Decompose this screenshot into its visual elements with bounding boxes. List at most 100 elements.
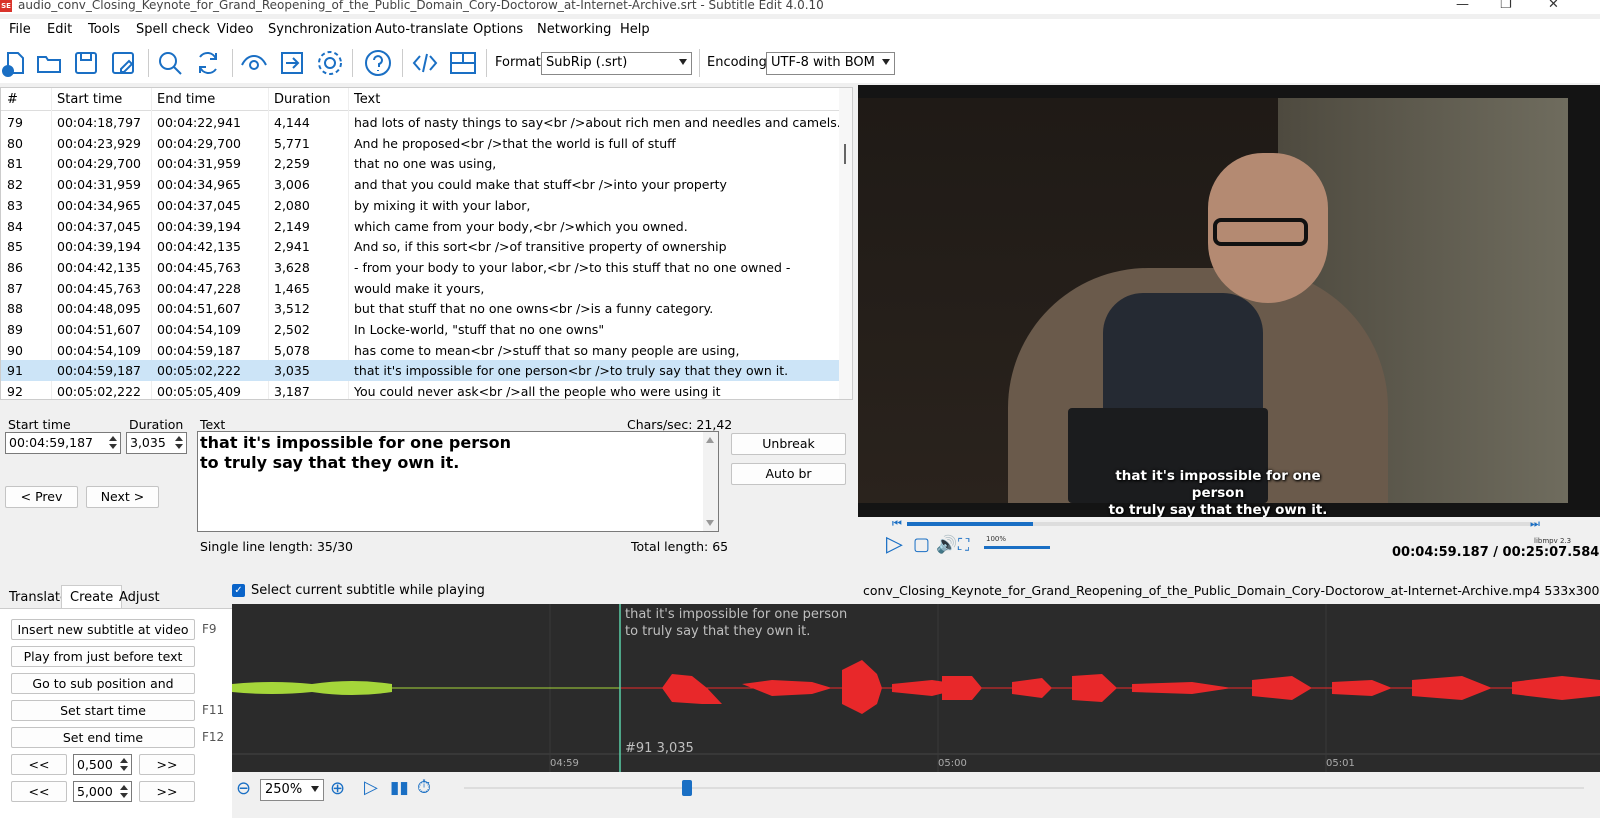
table-row[interactable]: 80 00:04:23,929 00:04:29,700 5,771 And he pr… xyxy=(1,133,839,154)
table-row[interactable]: 88 00:04:48,095 00:04:51,607 3,512 but that … xyxy=(1,298,839,319)
set-end-time-button[interactable]: Set end time xyxy=(11,727,195,748)
menu-synchronization[interactable]: Synchronization xyxy=(268,22,372,37)
find-icon[interactable] xyxy=(156,49,184,77)
play-pause-icon[interactable]: ▮▮ xyxy=(390,778,409,798)
subtitle-text-input[interactable]: that it's impossible for one person to t… xyxy=(197,431,719,532)
waveform-position-thumb[interactable] xyxy=(682,780,692,796)
table-row[interactable]: 87 00:04:45,763 00:04:47,228 1,465 would mak… xyxy=(1,278,839,299)
seek-end-icon[interactable]: ⏭ xyxy=(1530,517,1540,531)
go-to-sub-button[interactable]: Go to sub position and pause xyxy=(11,673,195,711)
zoom-in-icon[interactable]: ⊕ xyxy=(330,778,345,799)
table-row[interactable]: 86 00:04:42,135 00:04:45,763 3,628 - from yo… xyxy=(1,257,839,278)
select-while-playing-checkbox[interactable]: ✓ xyxy=(232,584,245,597)
menu-tools[interactable]: Tools xyxy=(88,22,120,37)
fullscreen-icon[interactable]: ⛶ xyxy=(958,534,969,556)
save-icon[interactable] xyxy=(72,49,100,77)
visual-sync-icon[interactable] xyxy=(240,49,268,77)
play-before-text-button[interactable]: Play from just before text xyxy=(11,646,195,667)
unbreak-button[interactable]: Unbreak xyxy=(731,433,846,455)
menu-spell-check[interactable]: Spell check xyxy=(136,22,210,37)
column-header-end[interactable]: End time xyxy=(157,92,215,107)
scroll-up-icon[interactable] xyxy=(706,437,714,443)
stop-icon[interactable]: ▢ xyxy=(913,534,930,556)
table-row[interactable]: 79 00:04:18,797 00:04:22,941 4,144 had lots … xyxy=(1,112,841,133)
spin-up-icon[interactable] xyxy=(109,436,117,441)
seek-bar[interactable] xyxy=(907,522,1537,526)
minimize-icon[interactable]: — xyxy=(1456,0,1469,12)
scroll-down-icon[interactable] xyxy=(706,520,714,526)
set-start-time-button[interactable]: Set start time xyxy=(11,700,195,721)
menu-video[interactable]: Video xyxy=(217,22,253,37)
duration-input[interactable]: 3,035 xyxy=(126,432,187,454)
format-select[interactable]: SubRip (.srt) xyxy=(541,52,692,75)
table-row[interactable]: 84 00:04:37,045 00:04:39,194 2,149 which cam… xyxy=(1,216,839,237)
grid-scrollbar[interactable] xyxy=(839,88,852,399)
encoding-select[interactable]: UTF-8 with BOM xyxy=(766,52,895,75)
cell-end: 00:04:31,959 xyxy=(157,156,241,172)
new-icon[interactable] xyxy=(0,49,28,77)
zoom-select[interactable]: 250% xyxy=(260,779,324,801)
auto-br-button[interactable]: Auto br xyxy=(731,463,846,485)
next-button[interactable]: Next > xyxy=(86,486,159,508)
close-icon[interactable]: ✕ xyxy=(1548,0,1559,12)
table-row[interactable]: 81 00:04:29,700 00:04:31,959 2,259 that no o… xyxy=(1,153,839,174)
menu-edit[interactable]: Edit xyxy=(47,22,72,37)
step-back-button[interactable]: << xyxy=(11,754,67,775)
menu-file[interactable]: File xyxy=(9,22,31,37)
spin-up-icon[interactable] xyxy=(120,785,128,790)
insert-subtitle-button[interactable]: Insert new subtitle at video pos xyxy=(11,619,195,657)
menu-options[interactable]: Options xyxy=(473,22,523,37)
volume-slider[interactable] xyxy=(984,546,1050,549)
column-header-text[interactable]: Text xyxy=(354,92,380,107)
volume-icon[interactable]: 🔊 xyxy=(936,534,957,556)
table-row[interactable]: 83 00:04:34,965 00:04:37,045 2,080 by mixing… xyxy=(1,195,839,216)
speed-icon[interactable]: ⏱ xyxy=(417,777,431,798)
menu-networking[interactable]: Networking xyxy=(537,22,611,37)
settings-icon[interactable] xyxy=(316,49,344,77)
step-small-input[interactable]: 0,500 xyxy=(73,754,132,775)
column-header-start[interactable]: Start time xyxy=(57,92,122,107)
fix-icon[interactable] xyxy=(278,49,306,77)
table-row[interactable]: 92 00:05:02,222 00:05:05,409 3,187 You could… xyxy=(1,381,839,399)
audio-waveform[interactable]: that it's impossible for one person to t… xyxy=(232,604,1600,772)
table-row[interactable]: 89 00:04:51,607 00:04:54,109 2,502 In Locke-… xyxy=(1,319,839,340)
text-scrollbar[interactable] xyxy=(703,432,718,531)
replace-icon[interactable] xyxy=(194,49,222,77)
play-selection-icon[interactable]: ▷ xyxy=(364,777,378,798)
video-player[interactable]: that it's impossible for one person to t… xyxy=(858,85,1600,517)
start-time-input[interactable]: 00:04:59,187 xyxy=(5,432,121,454)
spin-down-icon[interactable] xyxy=(175,444,183,449)
help-icon[interactable] xyxy=(364,49,392,77)
spin-up-icon[interactable] xyxy=(120,758,128,763)
maximize-icon[interactable]: ❐ xyxy=(1500,0,1512,12)
menu-help[interactable]: Help xyxy=(620,22,650,37)
scroll-thumb[interactable] xyxy=(844,144,846,164)
subtitle-grid[interactable]: # Start time End time Duration Text 79 00… xyxy=(0,87,853,400)
spin-down-icon[interactable] xyxy=(109,444,117,449)
table-row[interactable]: 85 00:04:39,194 00:04:42,135 2,941 And so, i… xyxy=(1,236,839,257)
table-row[interactable]: 82 00:04:31,959 00:04:34,965 3,006 and that … xyxy=(1,174,839,195)
column-header-number[interactable]: # xyxy=(7,92,18,107)
source-view-icon[interactable] xyxy=(411,49,439,77)
prev-button[interactable]: < Prev xyxy=(5,486,78,508)
table-row[interactable]: 90 00:04:54,109 00:04:59,187 5,078 has come … xyxy=(1,340,839,361)
save-as-icon[interactable] xyxy=(109,49,137,77)
waveform-position-slider[interactable] xyxy=(464,787,1584,789)
open-icon[interactable] xyxy=(35,49,63,77)
step-large-input[interactable]: 5,000 xyxy=(73,781,132,802)
spin-down-icon[interactable] xyxy=(120,793,128,798)
column-header-duration[interactable]: Duration xyxy=(274,92,330,107)
spin-up-icon[interactable] xyxy=(175,436,183,441)
step-forward-button[interactable]: >> xyxy=(139,754,195,775)
spin-down-icon[interactable] xyxy=(120,766,128,771)
layout-icon[interactable] xyxy=(449,49,477,77)
menu-auto-translate[interactable]: Auto-translate xyxy=(375,22,468,37)
jump-forward-button[interactable]: >> xyxy=(139,781,195,802)
select-while-playing-label[interactable]: Select current subtitle while playing xyxy=(251,583,485,598)
play-icon[interactable]: ▷ xyxy=(886,534,903,556)
tab-adjust[interactable]: Adjust xyxy=(110,585,169,609)
jump-back-button[interactable]: << xyxy=(11,781,67,802)
zoom-out-icon[interactable]: ⊖ xyxy=(236,778,251,799)
seek-start-icon[interactable]: ⏮ xyxy=(892,517,902,531)
table-row-selected[interactable]: 91 00:04:59,187 00:05:02,222 3,035 that it's… xyxy=(1,360,839,382)
